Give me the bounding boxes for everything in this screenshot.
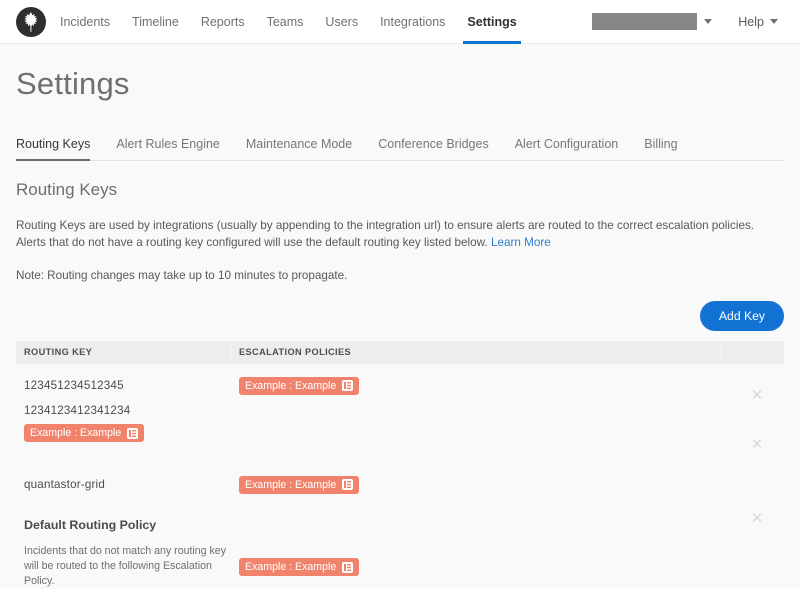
- row-escalation-policy-cell: Example : Example: [231, 475, 722, 494]
- escalation-policy-icon: [342, 561, 354, 573]
- escalation-policy-badge[interactable]: Example : Example: [239, 376, 360, 395]
- escalation-policy-label: Example : Example: [245, 379, 337, 392]
- nav-item-teams[interactable]: Teams: [267, 0, 304, 43]
- nav-item-incidents[interactable]: Incidents: [60, 0, 110, 43]
- delete-routing-key-button[interactable]: ✕: [751, 437, 764, 452]
- tab-billing[interactable]: Billing: [644, 137, 677, 160]
- row-routing-key-cell: 123451234512345: [16, 376, 231, 394]
- help-menu[interactable]: Help: [738, 15, 784, 29]
- add-key-button[interactable]: Add Key: [699, 301, 784, 331]
- escalation-policy-icon: [127, 427, 139, 439]
- page-content: Settings Routing Keys Alert Rules Engine…: [0, 66, 800, 589]
- page-title: Settings: [16, 66, 130, 101]
- primary-nav-links: Incidents Timeline Reports Teams Users I…: [60, 0, 522, 44]
- escalation-policy-icon: [342, 380, 354, 391]
- escalation-policy-label: Example : Example: [245, 478, 337, 491]
- escalation-policy-label: Example : Example: [245, 561, 337, 573]
- section-title: Routing Keys: [16, 180, 118, 199]
- row-escalation-policy-cell: Example : Example: [231, 376, 722, 395]
- settings-tab-bar: Routing Keys Alert Rules Engine Maintena…: [16, 132, 784, 161]
- nav-item-settings[interactable]: Settings: [463, 0, 522, 44]
- column-header-escalation-policies: ESCALATION POLICIES: [231, 341, 722, 364]
- oak-leaf-logo-icon[interactable]: [16, 6, 46, 37]
- default-routing-policy-row: Incidents that do not match any routing …: [16, 544, 784, 589]
- row-actions-cell: ✕: [722, 511, 784, 526]
- row-actions-cell: ✕: [722, 388, 784, 403]
- tab-alert-configuration[interactable]: Alert Configuration: [515, 137, 619, 160]
- column-header-actions: [722, 341, 784, 364]
- section-description-text: Routing Keys are used by integrations (u…: [16, 219, 755, 249]
- escalation-policy-badge[interactable]: Example : Example: [24, 424, 145, 442]
- learn-more-link[interactable]: Learn More: [491, 236, 551, 249]
- user-name-redacted: [592, 13, 698, 30]
- column-header-routing-key: ROUTING KEY: [16, 341, 231, 364]
- tab-routing-keys[interactable]: Routing Keys: [16, 137, 91, 161]
- section-note: Note: Routing changes may take up to 10 …: [16, 269, 348, 282]
- nav-item-users[interactable]: Users: [325, 0, 358, 43]
- table-row: 123451234512345 Example : Example: [16, 366, 784, 404]
- top-navigation-bar: Incidents Timeline Reports Teams Users I…: [0, 0, 800, 44]
- section-description: Routing Keys are used by integrations (u…: [16, 217, 784, 251]
- escalation-policy-label: Example : Example: [30, 427, 122, 439]
- delete-routing-key-button[interactable]: ✕: [751, 511, 764, 526]
- default-routing-policy-description: Incidents that do not match any routing …: [24, 545, 226, 587]
- table-actions: Add Key: [16, 301, 784, 331]
- chevron-down-icon: [704, 19, 713, 24]
- row-routing-key-cell: 1234123412341234 Example : Example: [16, 404, 231, 442]
- user-account-menu[interactable]: [592, 13, 713, 30]
- nav-item-reports[interactable]: Reports: [201, 0, 245, 43]
- nav-item-integrations[interactable]: Integrations: [380, 0, 445, 43]
- delete-routing-key-button[interactable]: ✕: [751, 388, 764, 403]
- routing-key-value: quantastor-grid: [24, 478, 105, 491]
- table-row: 1234123412341234 Example : Example ✕: [16, 388, 784, 444]
- routing-key-value: 1234123412341234: [24, 404, 131, 417]
- tab-alert-rules-engine[interactable]: Alert Rules Engine: [116, 137, 220, 160]
- default-routing-policy-cell: Example : Example: [231, 557, 722, 576]
- table-header-row: ROUTING KEY ESCALATION POLICIES: [16, 341, 784, 364]
- routing-keys-table: ROUTING KEY ESCALATION POLICIES 12345123…: [16, 341, 784, 589]
- escalation-policy-badge[interactable]: Example : Example: [239, 475, 360, 494]
- row-actions-cell: ✕: [722, 437, 784, 452]
- row-routing-key-cell: quantastor-grid: [16, 475, 231, 493]
- default-routing-policy-title: Default Routing Policy: [24, 518, 157, 532]
- table-row: quantastor-grid Example : Example ✕: [16, 464, 784, 526]
- nav-right-group: Help: [592, 13, 784, 30]
- routing-key-value: 123451234512345: [24, 379, 124, 392]
- escalation-policy-icon: [342, 479, 354, 490]
- help-menu-label: Help: [738, 14, 764, 29]
- nav-item-timeline[interactable]: Timeline: [132, 0, 179, 43]
- escalation-policy-badge[interactable]: Example : Example: [239, 558, 360, 576]
- tab-maintenance-mode[interactable]: Maintenance Mode: [246, 137, 352, 160]
- tab-conference-bridges[interactable]: Conference Bridges: [378, 137, 488, 160]
- chevron-down-icon: [770, 19, 778, 24]
